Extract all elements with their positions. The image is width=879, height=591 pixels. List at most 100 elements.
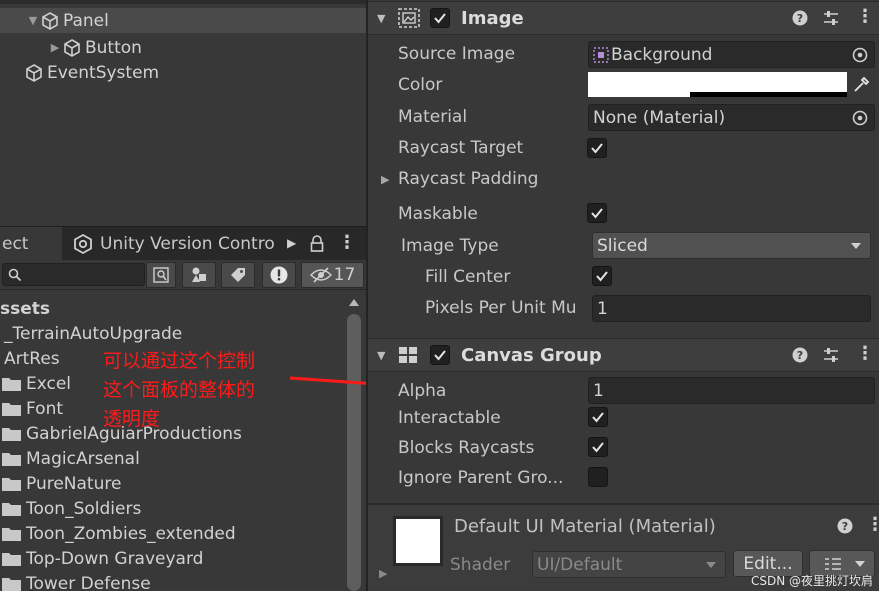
source-image-label: Source Image — [398, 44, 516, 64]
folder-label: Excel — [26, 373, 72, 394]
component-title: Image — [461, 7, 524, 29]
folder-label: Toon_Zombies_extended — [26, 523, 236, 544]
material-field[interactable]: None (Material) — [588, 104, 875, 131]
folder-label: _TerrainAutoUpgrade — [4, 323, 183, 344]
folder-icon — [2, 578, 21, 591]
ignore-parent-groups-checkbox[interactable] — [588, 467, 608, 487]
folder-icon — [2, 403, 21, 416]
image-component-header[interactable]: ▼ Image ? ⋮ — [368, 1, 879, 35]
shader-dropdown[interactable]: UI/Default — [532, 551, 726, 578]
project-toolbar: 17 — [0, 260, 366, 290]
warnings-filter-button[interactable] — [262, 262, 296, 288]
tab-unity-version-control[interactable]: Unity Version Contro — [72, 227, 302, 261]
hierarchy-item-label: EventSystem — [47, 62, 160, 83]
component-menu-icon[interactable]: ⋮ — [856, 6, 874, 27]
svg-text:?: ? — [797, 349, 803, 362]
canvas-group-component-header[interactable]: ▼ Canvas Group ? ⋮ — [368, 338, 879, 372]
shapes-icon — [192, 267, 206, 282]
fold-open-icon[interactable]: ▼ — [26, 14, 40, 27]
folder-toon-zombies-extended[interactable]: Toon_Zombies_extended — [2, 521, 236, 546]
pixels-per-unit-field[interactable]: 1 — [592, 295, 871, 322]
alpha-bar — [690, 92, 847, 97]
folder-icon — [2, 478, 21, 491]
eyedropper-icon[interactable] — [852, 76, 870, 94]
annotation-line: 可以通过这个控制 — [103, 350, 256, 372]
canvas-group-enabled-checkbox[interactable] — [430, 345, 450, 365]
preset-icon[interactable] — [822, 10, 840, 26]
component-menu-icon[interactable]: ⋮ — [866, 514, 879, 535]
folder-magic-arsenal[interactable]: MagicArsenal — [2, 446, 140, 471]
fold-closed-icon[interactable]: ▶ — [48, 41, 62, 54]
folder-terrain-auto-upgrade[interactable]: _TerrainAutoUpgrade — [4, 321, 182, 346]
maskable-label: Maskable — [398, 204, 478, 224]
image-type-label: Image Type — [401, 236, 499, 256]
hierarchy-item-panel[interactable]: ▼ Panel — [0, 8, 366, 33]
material-preview-thumbnail[interactable] — [393, 516, 443, 566]
project-scrollbar-thumb[interactable] — [347, 314, 361, 591]
folder-font[interactable]: Font — [2, 396, 63, 421]
color-swatch[interactable] — [588, 72, 847, 97]
foldout-arrow-icon[interactable]: ▼ — [377, 12, 385, 25]
eye-hidden-icon — [309, 267, 332, 283]
component-menu-icon[interactable]: ⋮ — [856, 343, 874, 364]
foldout-closed-icon[interactable]: ▶ — [379, 567, 387, 580]
hidden-count: 17 — [333, 265, 356, 285]
component-title: Canvas Group — [461, 344, 602, 366]
blocks-raycasts-checkbox[interactable] — [588, 437, 608, 457]
image-component-icon — [398, 8, 421, 28]
more-options-icon[interactable]: ⋮ — [338, 232, 356, 253]
image-enabled-checkbox[interactable] — [430, 8, 450, 28]
folder-icon — [2, 453, 21, 466]
project-search-input[interactable] — [2, 263, 145, 286]
gameobject-icon — [26, 63, 42, 82]
image-type-dropdown[interactable]: Sliced — [592, 232, 871, 259]
maskable-checkbox[interactable] — [587, 203, 607, 223]
help-icon[interactable]: ? — [792, 10, 808, 26]
filter-by-label-button[interactable] — [221, 262, 255, 288]
raycast-padding-label[interactable]: Raycast Padding — [398, 169, 538, 189]
folder-assets[interactable]: ssets — [0, 296, 50, 321]
help-icon[interactable]: ? — [837, 518, 853, 534]
object-picker-icon[interactable] — [852, 110, 868, 126]
foldout-arrow-icon[interactable]: ▼ — [377, 349, 385, 362]
hierarchy-panel: ▼ Panel ▶ Button EventSystem — [0, 4, 366, 226]
source-image-field[interactable]: Background — [588, 41, 875, 68]
pixels-per-unit-label: Pixels Per Unit Mu — [425, 298, 577, 318]
folder-tower-defense[interactable]: Tower Defense — [2, 571, 151, 591]
help-icon[interactable]: ? — [792, 347, 808, 363]
folder-excel[interactable]: Excel — [2, 371, 71, 396]
preset-icon[interactable] — [822, 347, 840, 363]
search-by-type-button[interactable] — [146, 262, 176, 288]
edit-label: Edit... — [743, 553, 793, 574]
folder-label: ssets — [0, 298, 51, 319]
version-control-icon — [74, 233, 92, 255]
interactable-checkbox[interactable] — [588, 407, 608, 427]
folder-pure-nature[interactable]: PureNature — [2, 471, 121, 496]
gameobject-icon — [64, 38, 80, 57]
hierarchy-item-eventsystem[interactable]: EventSystem — [0, 60, 366, 85]
foldout-closed-icon[interactable]: ▶ — [381, 173, 389, 186]
folder-toon-soldiers[interactable]: Toon_Soldiers — [2, 496, 141, 521]
folder-top-down-graveyard[interactable]: Top-Down Graveyard — [2, 546, 203, 571]
sprite-icon — [593, 46, 609, 63]
object-picker-icon[interactable] — [852, 47, 868, 63]
lock-icon[interactable] — [309, 235, 325, 253]
fill-center-checkbox[interactable] — [592, 266, 612, 286]
alpha-label: Alpha — [398, 381, 447, 401]
ignore-parent-groups-label: Ignore Parent Gro... — [398, 468, 564, 488]
hierarchy-item-button[interactable]: ▶ Button — [0, 35, 366, 60]
folder-label: Tower Defense — [26, 573, 151, 591]
scroll-up-arrow-icon[interactable] — [347, 296, 361, 308]
tab-scroll-right-icon[interactable]: ▶ — [287, 236, 296, 250]
tab-project[interactable]: ect — [0, 227, 62, 261]
svg-text:?: ? — [842, 520, 848, 533]
alpha-field[interactable]: 1 — [588, 377, 875, 404]
hidden-packages-toggle[interactable]: 17 — [301, 262, 364, 288]
filter-by-type-button[interactable] — [182, 262, 216, 288]
folder-label: MagicArsenal — [26, 448, 140, 469]
folder-artres[interactable]: ArtRes — [4, 346, 60, 371]
shader-label: Shader — [450, 555, 511, 575]
raycast-target-checkbox[interactable] — [587, 138, 607, 158]
shader-value: UI/Default — [537, 554, 623, 575]
tab-label: ect — [2, 234, 29, 254]
